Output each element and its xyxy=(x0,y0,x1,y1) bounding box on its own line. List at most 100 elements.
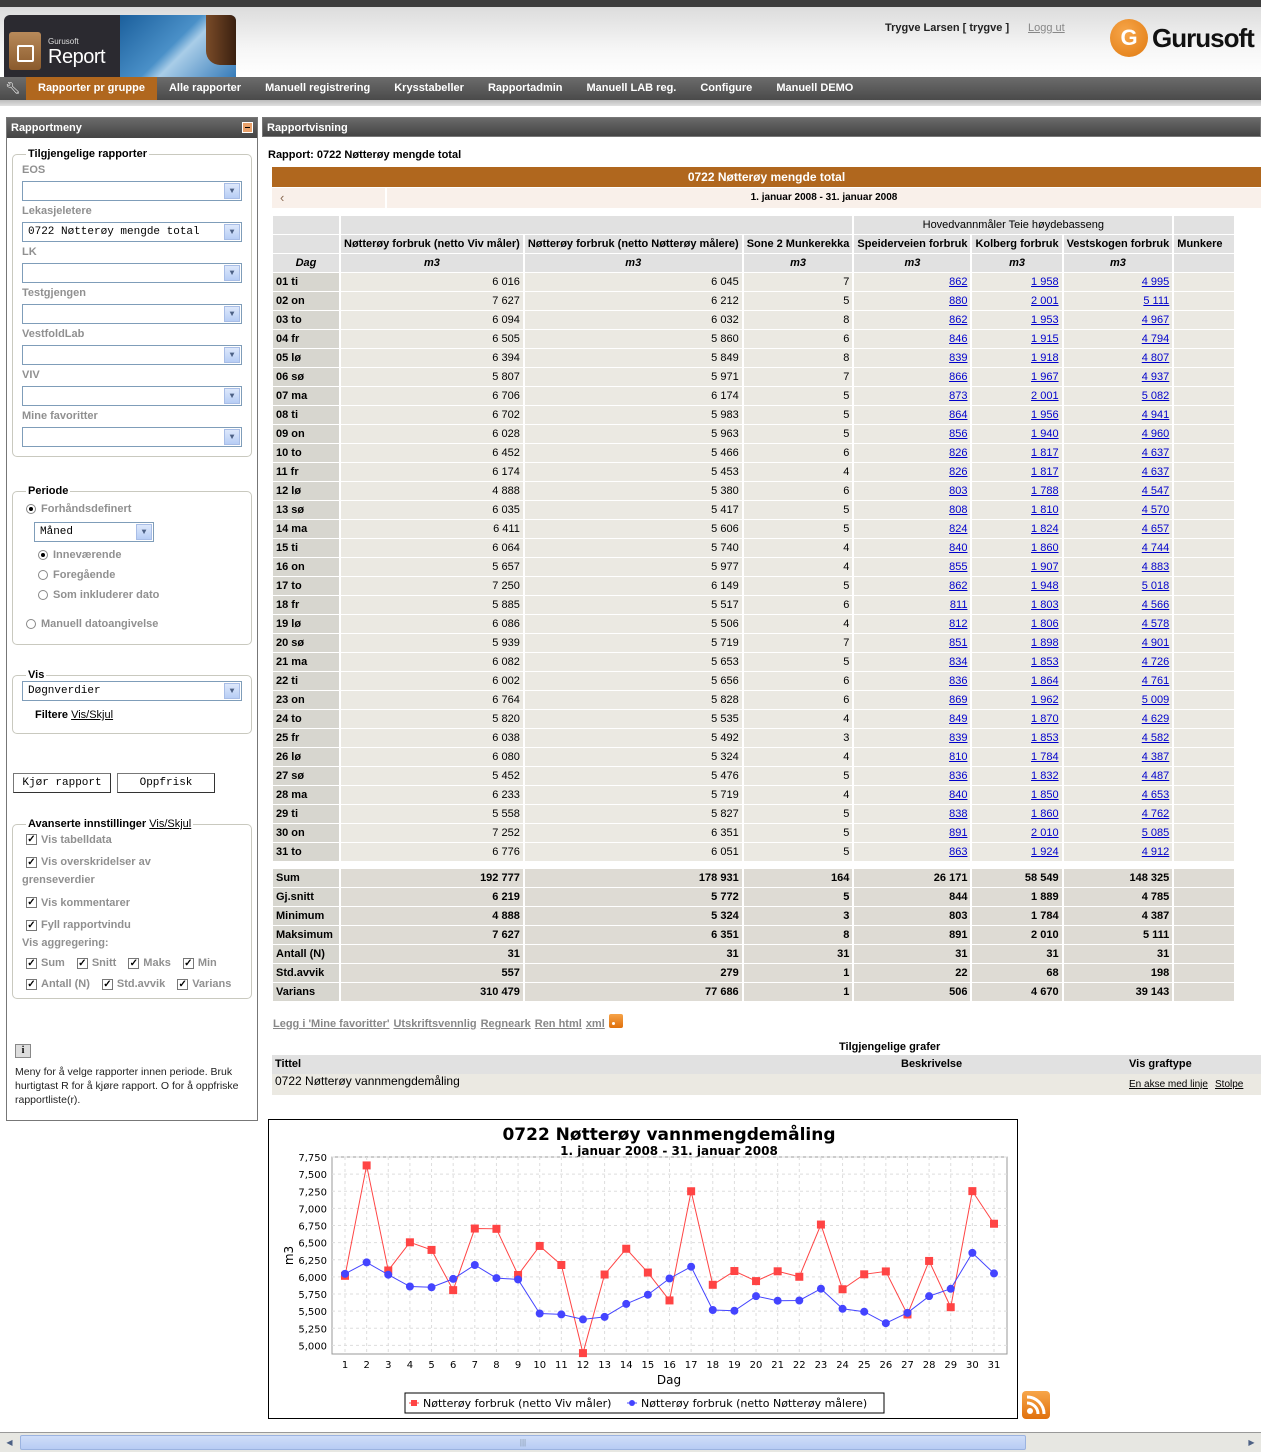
column-header[interactable]: Munkere xyxy=(1174,235,1235,253)
value-link[interactable]: 4 387 xyxy=(1142,751,1170,763)
value-link[interactable]: 834 xyxy=(949,656,967,668)
value-link[interactable]: 4 794 xyxy=(1142,333,1170,345)
report-group-select[interactable]: ▼ xyxy=(22,427,242,447)
nav-krysstabeller[interactable]: Krysstabeller xyxy=(382,77,476,100)
value-link[interactable]: 866 xyxy=(949,371,967,383)
value-link[interactable]: 862 xyxy=(949,314,967,326)
value-link[interactable]: 856 xyxy=(949,428,967,440)
value-link[interactable]: 826 xyxy=(949,447,967,459)
value-link[interactable]: 862 xyxy=(949,580,967,592)
value-link[interactable]: 808 xyxy=(949,504,967,516)
value-link[interactable]: 1 817 xyxy=(1031,466,1059,478)
logout-link[interactable]: Logg ut xyxy=(1028,22,1065,34)
agg-checkbox[interactable]: ✓ Min xyxy=(182,957,217,969)
value-link[interactable]: 1 817 xyxy=(1031,447,1059,459)
period-predefined-radio[interactable]: Forhåndsdefinert xyxy=(26,499,242,519)
value-link[interactable]: 1 788 xyxy=(1031,485,1059,497)
period-previous-radio[interactable]: Foregående xyxy=(38,565,242,585)
value-link[interactable]: 4 762 xyxy=(1142,808,1170,820)
value-link[interactable]: 849 xyxy=(949,713,967,725)
nav-manuell-lab-reg[interactable]: Manuell LAB reg. xyxy=(575,77,689,100)
agg-checkbox[interactable]: ✓ Std.avvik xyxy=(101,978,165,990)
value-link[interactable]: 4 570 xyxy=(1142,504,1170,516)
value-link[interactable]: 4 883 xyxy=(1142,561,1170,573)
value-link[interactable]: 4 744 xyxy=(1142,542,1170,554)
nav-manuell-registrering[interactable]: Manuell registrering xyxy=(253,77,382,100)
value-link[interactable]: 846 xyxy=(949,333,967,345)
value-link[interactable]: 1 918 xyxy=(1031,352,1059,364)
value-link[interactable]: 4 807 xyxy=(1142,352,1170,364)
column-header[interactable]: Sone 2 Munkerekka xyxy=(743,235,853,253)
column-header[interactable]: Nøtterøy forbruk (netto Nøtterøy målere) xyxy=(524,235,742,253)
value-link[interactable]: 1 907 xyxy=(1031,561,1059,573)
spreadsheet-link[interactable]: Regneark xyxy=(481,1018,531,1030)
value-link[interactable]: 4 653 xyxy=(1142,789,1170,801)
value-link[interactable]: 1 898 xyxy=(1031,637,1059,649)
report-group-select[interactable]: ▼ xyxy=(22,386,242,406)
opt-exceed-checkbox[interactable]: ✓ Vis overskridelser av xyxy=(26,856,151,868)
value-link[interactable]: 4 487 xyxy=(1142,770,1170,782)
value-link[interactable]: 1 806 xyxy=(1031,618,1059,630)
scrollbar-thumb[interactable]: ||| xyxy=(20,1435,1026,1450)
value-link[interactable]: 1 956 xyxy=(1031,409,1059,421)
filter-toggle-link[interactable]: Vis/Skjul xyxy=(71,709,113,721)
report-group-select[interactable]: 0722 Nøtterøy mengde total ▼ xyxy=(22,222,242,242)
value-link[interactable]: 1 853 xyxy=(1031,732,1059,744)
value-link[interactable]: 836 xyxy=(949,675,967,687)
value-link[interactable]: 1 967 xyxy=(1031,371,1059,383)
graph-type-line-link[interactable]: En akse med linje xyxy=(1129,1074,1208,1095)
value-link[interactable]: 863 xyxy=(949,846,967,858)
value-link[interactable]: 1 870 xyxy=(1031,713,1059,725)
value-link[interactable]: 1 958 xyxy=(1031,276,1059,288)
agg-checkbox[interactable]: ✓ Maks xyxy=(128,957,171,969)
value-link[interactable]: 1 784 xyxy=(1031,751,1059,763)
value-link[interactable]: 4 960 xyxy=(1142,428,1170,440)
value-link[interactable]: 4 967 xyxy=(1142,314,1170,326)
advanced-toggle-link[interactable]: Vis/Skjul xyxy=(149,818,191,830)
value-link[interactable]: 864 xyxy=(949,409,967,421)
value-link[interactable]: 4 941 xyxy=(1142,409,1170,421)
agg-checkbox[interactable]: ✓ Sum xyxy=(26,957,65,969)
value-link[interactable]: 4 547 xyxy=(1142,485,1170,497)
report-logo[interactable]: Gurusoft Report xyxy=(4,15,236,82)
value-link[interactable]: 1 962 xyxy=(1031,694,1059,706)
report-group-select[interactable]: ▼ xyxy=(22,263,242,283)
value-link[interactable]: 4 637 xyxy=(1142,466,1170,478)
plain-html-link[interactable]: Ren html xyxy=(535,1018,582,1030)
nav-alle-rapporter[interactable]: Alle rapporter xyxy=(157,77,253,100)
period-type-select[interactable]: Måned ▼ xyxy=(34,522,154,542)
graph-type-bar-link[interactable]: Stolpe xyxy=(1215,1074,1243,1095)
agg-checkbox[interactable]: ✓ Varians xyxy=(177,978,231,990)
column-header[interactable]: Vestskogen forbruk xyxy=(1063,235,1173,253)
value-link[interactable]: 891 xyxy=(949,827,967,839)
column-header[interactable]: Speiderveien forbruk xyxy=(854,235,971,253)
report-group-select[interactable]: ▼ xyxy=(22,345,242,365)
value-link[interactable]: 1 853 xyxy=(1031,656,1059,668)
add-favorite-link[interactable]: Legg i 'Mine favoritter' xyxy=(273,1018,389,1030)
opt-table-checkbox[interactable]: ✓ Vis tabelldata xyxy=(26,834,112,846)
value-link[interactable]: 4 657 xyxy=(1142,523,1170,535)
period-manual-radio[interactable]: Manuell datoangivelse xyxy=(26,614,242,634)
value-link[interactable]: 1 803 xyxy=(1031,599,1059,611)
run-report-button[interactable]: Kjør rapport xyxy=(13,773,111,793)
value-link[interactable]: 5 082 xyxy=(1142,390,1170,402)
value-link[interactable]: 862 xyxy=(949,276,967,288)
value-link[interactable]: 869 xyxy=(949,694,967,706)
agg-checkbox[interactable]: ✓ Snitt xyxy=(76,957,116,969)
value-link[interactable]: 880 xyxy=(949,295,967,307)
value-link[interactable]: 1 915 xyxy=(1031,333,1059,345)
collapse-icon[interactable] xyxy=(242,122,253,133)
nav-manuell-demo[interactable]: Manuell DEMO xyxy=(764,77,865,100)
value-link[interactable]: 4 637 xyxy=(1142,447,1170,459)
agg-checkbox[interactable]: ✓ Antall (N) xyxy=(26,978,90,990)
value-link[interactable]: 824 xyxy=(949,523,967,535)
chart-rss-icon[interactable] xyxy=(1022,1391,1050,1419)
value-link[interactable]: 803 xyxy=(949,485,967,497)
value-link[interactable]: 840 xyxy=(949,542,967,554)
value-link[interactable]: 4 901 xyxy=(1142,637,1170,649)
horizontal-scrollbar[interactable]: ◀ ||| ▶ xyxy=(0,1432,1261,1452)
refresh-button[interactable]: Oppfrisk xyxy=(117,773,215,793)
report-group-select[interactable]: ▼ xyxy=(22,181,242,201)
opt-comments-checkbox[interactable]: ✓ Vis kommentarer xyxy=(26,897,130,909)
value-link[interactable]: 851 xyxy=(949,637,967,649)
